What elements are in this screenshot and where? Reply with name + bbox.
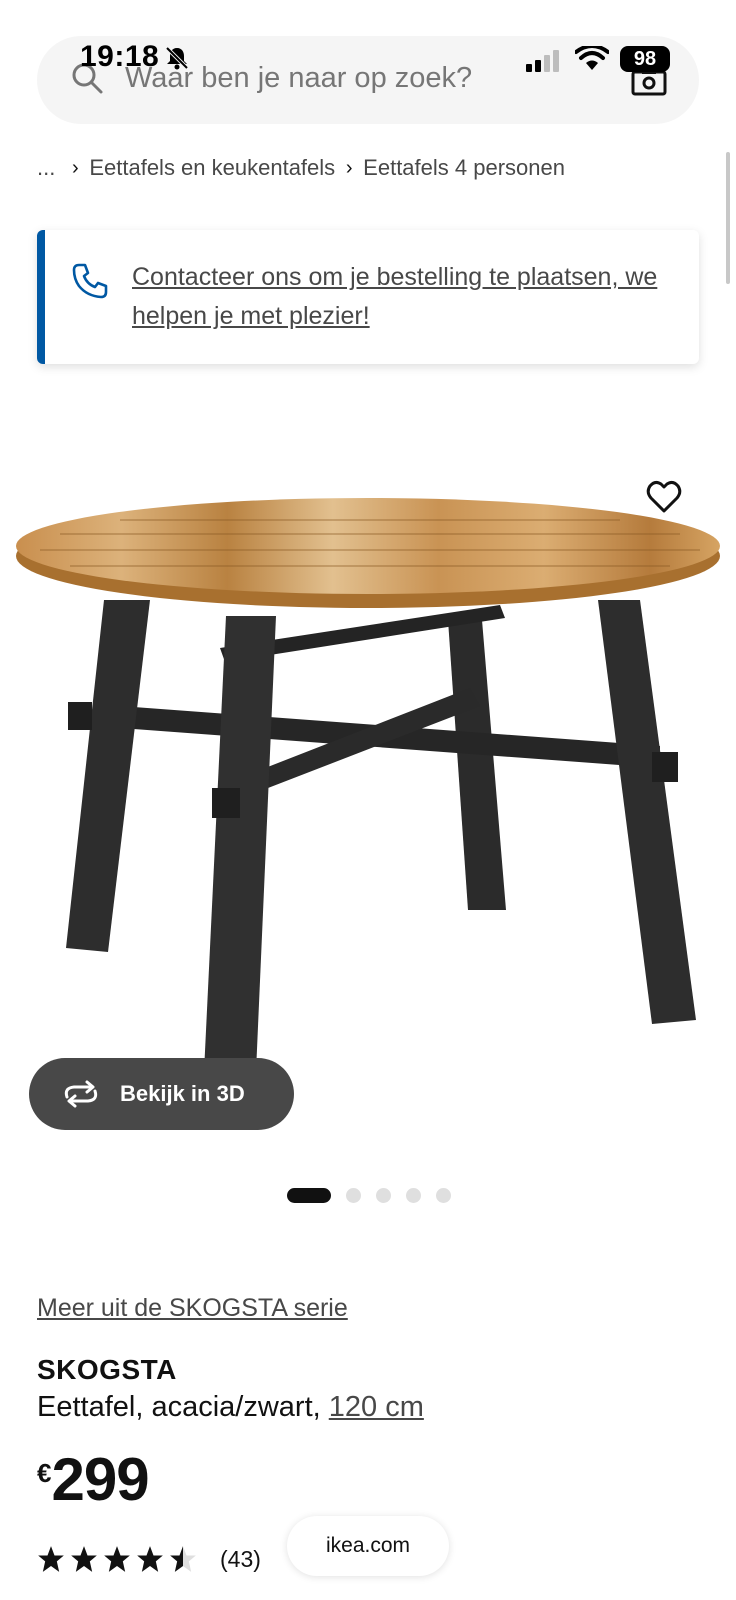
product-description: Eettafel, acacia/zwart, 120 cm <box>37 1391 424 1424</box>
chevron-right-icon: › <box>72 156 79 179</box>
star-filled-icon <box>137 1546 163 1572</box>
size-link[interactable]: 120 cm <box>329 1391 424 1423</box>
gallery-dot[interactable] <box>436 1188 451 1203</box>
table-leg <box>204 616 276 1072</box>
wifi-icon <box>575 46 609 70</box>
battery-indicator: 98 <box>620 46 670 72</box>
scrollbar[interactable] <box>726 152 730 284</box>
table-leg <box>448 620 506 910</box>
gallery-pagination <box>287 1188 466 1203</box>
series-link[interactable]: Meer uit de SKOGSTA serie <box>37 1294 348 1323</box>
chevron-right-icon: › <box>345 156 353 179</box>
product-name: SKOGSTA <box>37 1354 177 1385</box>
leg-bracket <box>212 788 240 818</box>
star-filled-icon <box>104 1546 130 1572</box>
signal-icon <box>526 50 559 72</box>
rotate-3d-icon <box>64 1080 98 1108</box>
price-currency: € <box>37 1458 52 1488</box>
product-image[interactable] <box>0 470 736 1090</box>
heart-icon[interactable] <box>646 480 682 514</box>
status-time: 19:18 <box>80 40 160 73</box>
leg-bracket <box>68 702 92 730</box>
product-price: € 299 <box>37 1446 150 1513</box>
star-filled-icon <box>38 1546 64 1572</box>
star-half-icon <box>170 1546 196 1572</box>
gallery-dot[interactable] <box>406 1188 421 1203</box>
breadcrumb-ellipsis[interactable]: ... <box>37 155 61 181</box>
product-description-text: Eettafel, acacia/zwart, <box>37 1391 329 1423</box>
table-leg <box>598 600 696 1024</box>
contact-banner: Contacteer ons om je bestelling te plaat… <box>37 230 699 364</box>
table-leg <box>66 600 150 952</box>
bell-muted-icon <box>165 46 189 70</box>
breadcrumb-item[interactable]: Eettafels 4 personen <box>363 155 565 181</box>
star-filled-icon <box>71 1546 97 1572</box>
contact-link[interactable]: Contacteer ons om je bestelling te plaat… <box>132 258 677 336</box>
gallery-dot-active[interactable] <box>287 1188 331 1203</box>
product-rating[interactable]: (43) <box>37 1545 261 1573</box>
price-amount: 299 <box>51 1446 149 1513</box>
breadcrumb: ... › Eettafels en keukentafels › Eettaf… <box>37 155 565 181</box>
review-count: (43) <box>220 1545 261 1572</box>
leg-bracket <box>652 752 678 782</box>
view-3d-label: Bekijk in 3D <box>120 1081 245 1106</box>
table-top <box>16 498 720 594</box>
browser-url-bar[interactable]: ikea.com <box>287 1516 449 1576</box>
gallery-dot[interactable] <box>346 1188 361 1203</box>
gallery-dot[interactable] <box>376 1188 391 1203</box>
phone-icon <box>72 263 108 299</box>
banner-accent <box>37 230 45 364</box>
breadcrumb-item[interactable]: Eettafels en keukentafels <box>89 155 335 181</box>
view-3d-button[interactable]: Bekijk in 3D <box>29 1058 294 1130</box>
